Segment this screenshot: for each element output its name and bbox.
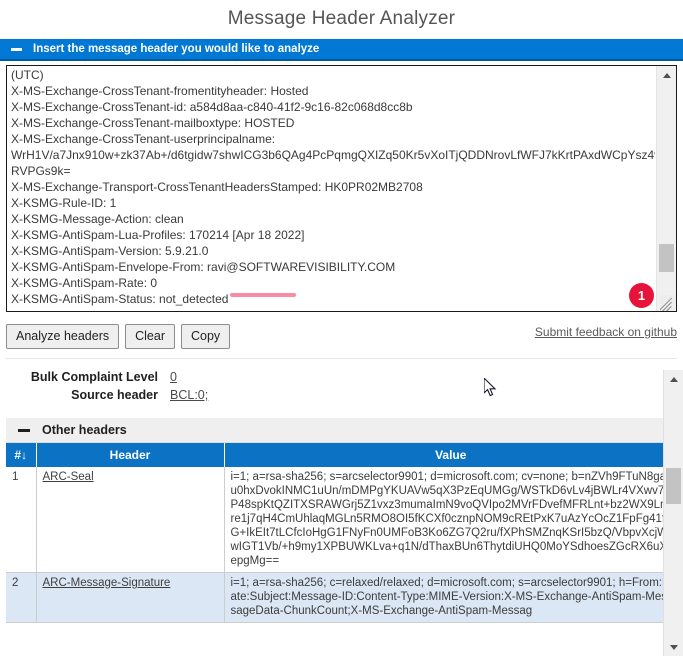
toolbar-divider	[6, 358, 677, 359]
header-line: X-KSMG-AntiSpam-Lua-Profiles: 170214 [Ap…	[11, 227, 655, 243]
column-header-index[interactable]: #↓	[6, 443, 36, 467]
page-scrollbar-thumb[interactable]	[666, 468, 681, 504]
page-scroll-down-arrow-icon[interactable]	[664, 638, 683, 656]
summary-value[interactable]: 0	[170, 370, 177, 384]
header-line: X-MS-Exchange-CrossTenant-userprincipaln…	[11, 131, 655, 147]
table-row[interactable]: 1 ARC-Seal i=1; a=rsa-sha256; s=arcselecto…	[6, 467, 677, 573]
header-line: X-KSMG-Rule-ID: 1	[11, 195, 655, 211]
header-name-link[interactable]: ARC-Seal	[43, 471, 94, 483]
copy-button[interactable]: Copy	[181, 324, 230, 349]
summary-section: Bulk Complaint Level0Source headerBCL:0;	[0, 370, 683, 402]
page-scrollbar[interactable]	[663, 370, 683, 656]
message-header-text[interactable]: (UTC)X-MS-Exchange-CrossTenant-fromentit…	[11, 66, 655, 311]
summary-row: Source headerBCL:0;	[0, 388, 683, 402]
analyze-headers-button[interactable]: Analyze headers	[6, 324, 119, 349]
page-title: Message Header Analyzer	[0, 0, 683, 39]
header-line: X-KSMG-AntiSpam-Status: not_detected	[11, 291, 655, 307]
message-header-textarea[interactable]: (UTC)X-MS-Exchange-CrossTenant-fromentit…	[6, 65, 677, 312]
clear-button[interactable]: Clear	[125, 324, 175, 349]
header-line: X-KSMG-AntiSpam-Rate: 0	[11, 275, 655, 291]
summary-label: Source header	[0, 388, 170, 402]
header-line: X-MS-Exchange-CrossTenant-fromentityhead…	[11, 83, 655, 99]
app-root: Message Header Analyzer Insert the messa…	[0, 0, 683, 656]
row-header-name: ARC-Seal	[36, 467, 224, 573]
summary-row: Bulk Complaint Level0	[0, 370, 683, 384]
accordion-label: Insert the message header you would like…	[33, 43, 319, 55]
row-header-value: i=1; a=rsa-sha256; c=relaxed/relaxed; d=…	[224, 573, 677, 623]
other-headers-section: Other headers #↓ Header Value 1 ARC-Seal i…	[6, 418, 677, 623]
header-line: RVPGs9k=	[11, 163, 655, 179]
minus-icon	[11, 48, 22, 51]
minus-icon	[18, 429, 30, 432]
header-name-link[interactable]: ARC-Message-Signature	[43, 577, 171, 589]
other-headers-table: #↓ Header Value 1 ARC-Seal i=1; a=rsa-sha2…	[6, 443, 677, 623]
annotation-badge-1: 1	[629, 283, 654, 308]
textarea-scrollbar-thumb[interactable]	[659, 244, 674, 272]
other-headers-label: Other headers	[42, 423, 127, 437]
submit-feedback-link[interactable]: Submit feedback on github	[535, 325, 677, 339]
page-scroll-up-arrow-icon[interactable]	[664, 370, 683, 388]
header-line: X-MS-Exchange-CrossTenant-id: a584d8aa-c…	[11, 99, 655, 115]
summary-value[interactable]: BCL:0;	[170, 388, 208, 402]
action-toolbar: Analyze headers Clear Copy Submit feedba…	[6, 321, 677, 351]
column-header-header[interactable]: Header	[36, 443, 224, 467]
header-line: X-MS-Exchange-Transport-CrossTenantHeade…	[11, 179, 655, 195]
header-line: X-KSMG-AntiSpam-Envelope-From: ravi@SOFT…	[11, 259, 655, 275]
annotation-underline	[230, 293, 296, 297]
textarea-scrollbar[interactable]	[656, 66, 676, 311]
header-line: (UTC)	[11, 67, 655, 83]
row-header-name: ARC-Message-Signature	[36, 573, 224, 623]
header-line: X-KSMG-Message-Action: clean	[11, 211, 655, 227]
row-header-value: i=1; a=rsa-sha256; s=arcselector9901; d=…	[224, 467, 677, 573]
insert-header-accordion[interactable]: Insert the message header you would like…	[0, 39, 683, 61]
table-row[interactable]: 2 ARC-Message-Signature i=1; a=rsa-sha256;…	[6, 573, 677, 623]
row-index: 2	[6, 573, 36, 623]
other-headers-accordion[interactable]: Other headers	[6, 418, 677, 443]
row-index: 1	[6, 467, 36, 573]
summary-label: Bulk Complaint Level	[0, 370, 170, 384]
header-line: WrH1V/a7Jnx910w+zk37Ab+/d6tgidw7shwICG3b…	[11, 147, 655, 163]
column-header-value[interactable]: Value	[224, 443, 677, 467]
table-header-row: #↓ Header Value	[6, 443, 677, 467]
scroll-up-arrow-icon[interactable]	[657, 66, 676, 84]
header-line: X-MS-Exchange-CrossTenant-mailboxtype: H…	[11, 115, 655, 131]
header-line: X-KSMG-AntiSpam-Version: 5.9.21.0	[11, 243, 655, 259]
textarea-resize-handle[interactable]	[660, 295, 676, 311]
